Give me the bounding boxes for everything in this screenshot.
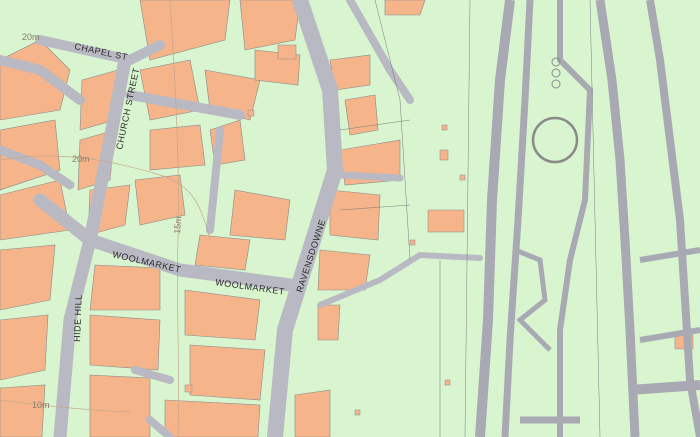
map-canvas: CHAPEL ST CHURCH STREET WOOLMARKET WOOLM… [0, 0, 700, 437]
label-hide-hill: HIDE HILL [72, 294, 84, 342]
label-contour-10-left: 10m [32, 400, 50, 410]
label-contour-20-top: 20m [22, 32, 40, 42]
label-contour-20-mid: 20m [72, 154, 90, 164]
map-view[interactable]: CHAPEL ST CHURCH STREET WOOLMARKET WOOLM… [0, 0, 700, 437]
label-contour-15-mid: 15m [172, 216, 183, 234]
